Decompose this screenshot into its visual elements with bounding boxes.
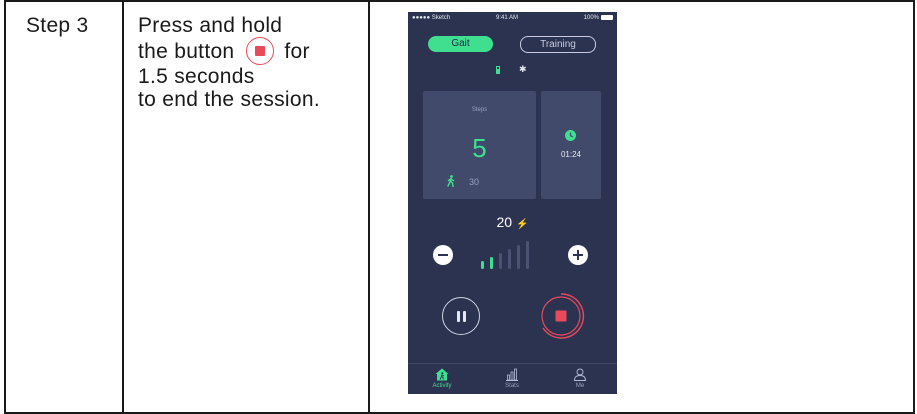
instruction-line: Press and hold	[138, 14, 283, 37]
instruction-text: the button	[138, 40, 235, 63]
instruction-line: the button for	[138, 37, 320, 65]
intensity-bar	[499, 253, 502, 269]
tabbar-label: Activity	[432, 383, 452, 389]
status-time: 9:41 AM	[496, 15, 519, 21]
activity-icon	[435, 368, 449, 381]
stop-button[interactable]	[537, 292, 585, 340]
battery-icon	[601, 15, 613, 20]
carrier-text: ●●●●● Sketch	[412, 15, 451, 21]
instruction-text: for	[284, 40, 310, 63]
phone-screenshot: ●●●●● Sketch 9:41 AM 100% Gait Training …	[408, 12, 617, 394]
table-border	[122, 0, 124, 414]
device-battery-icon	[496, 66, 500, 74]
stop-icon	[555, 310, 567, 322]
instruction-line: 1.5 seconds	[138, 65, 255, 88]
tabbar-item-me[interactable]: Me	[560, 368, 600, 389]
status-bar: ●●●●● Sketch 9:41 AM 100%	[408, 15, 617, 25]
tabbar-item-stats[interactable]: Stats	[492, 368, 532, 389]
intensity-bar	[508, 249, 511, 269]
stop-button-icon	[246, 37, 275, 65]
tabbar-label: Me	[575, 383, 585, 389]
tab-training[interactable]: Training	[520, 36, 596, 53]
walking-icon	[447, 175, 455, 187]
increase-button[interactable]	[568, 245, 588, 265]
level-value: 20	[496, 214, 513, 230]
battery-status: 100%	[584, 15, 613, 21]
steps-target: 30	[469, 177, 480, 187]
battery-percent: 100%	[583, 15, 599, 21]
decrease-button[interactable]	[433, 245, 453, 265]
table-border	[4, 0, 6, 414]
lightning-icon: ⚡	[516, 219, 529, 230]
timer-value: 01:24	[560, 150, 582, 159]
table-border	[4, 0, 915, 2]
clock-icon	[565, 130, 576, 141]
step-instruction: Press and hold the button for 1.5 seconds…	[138, 14, 320, 111]
steps-title: Steps	[471, 107, 488, 113]
user-icon	[574, 368, 586, 381]
steps-value: 5	[472, 133, 487, 163]
intensity-bar	[490, 257, 493, 269]
pause-button[interactable]	[442, 297, 480, 335]
intensity-bars	[481, 241, 541, 269]
stats-icon	[506, 368, 518, 381]
intensity-bar	[517, 245, 520, 269]
intensity-bar	[481, 261, 484, 269]
tabbar-item-activity[interactable]: Activity	[422, 368, 462, 389]
level-display: 20 ⚡	[408, 214, 617, 230]
bluetooth-icon: ✱	[519, 64, 527, 74]
bottom-tab-bar: Activity Stats Me	[408, 363, 617, 394]
instruction-line: to end the session.	[138, 88, 320, 111]
tabbar-label: Stats	[505, 383, 519, 389]
intensity-bar	[526, 241, 529, 269]
tab-gait[interactable]: Gait	[428, 36, 493, 52]
table-border	[913, 0, 915, 414]
step-label: Step 3	[26, 14, 89, 37]
table-border	[368, 0, 370, 414]
steps-card: Steps 5 30	[423, 91, 536, 199]
timer-card: 01:24	[541, 91, 601, 199]
